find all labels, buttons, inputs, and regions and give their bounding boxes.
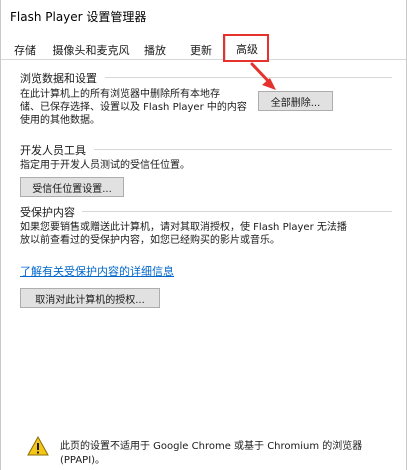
tab-advanced[interactable]: 高级 <box>225 35 269 62</box>
tab-playback[interactable]: 播放 <box>134 39 176 60</box>
tab-updates[interactable]: 更新 <box>180 39 222 60</box>
protected-content-info-link[interactable]: 了解有关受保护内容的详细信息 <box>20 263 174 279</box>
title-bar: Flash Player 设置管理器 <box>1 0 406 32</box>
tab-storage[interactable]: 存储 <box>5 39 45 60</box>
trusted-location-settings-button[interactable]: 受信任位置设置... <box>20 177 124 197</box>
browsing-description: 在此计算机上的所有浏览器中删除所有本地存 储、已保存选择、设置以及 Flash … <box>20 88 247 127</box>
delete-all-button[interactable]: 全部删除... <box>258 91 333 111</box>
section-rule <box>105 77 392 78</box>
protected-line-1: 如果您要销售或赠送此计算机，请对其取消授权，使 Flash Player 无法播 <box>20 222 347 233</box>
browsing-line-1: 在此计算机上的所有浏览器中删除所有本地存 <box>20 89 220 100</box>
section-rule <box>94 149 392 150</box>
section-title-protected: 受保护内容 <box>20 206 75 219</box>
tab-strip: 存储 摄像头和麦克风 播放 更新 高级 <box>1 32 406 62</box>
warning-icon <box>27 436 49 456</box>
browsing-line-2: 储、已保存选择、设置以及 Flash Player 中的内容 <box>20 102 247 113</box>
section-rule <box>82 211 392 212</box>
browsing-line-3: 使用的其他数据。 <box>20 115 100 126</box>
protected-line-2: 放以前查看过的受保护内容，如您已经购买的影片或音乐。 <box>20 235 280 246</box>
protected-description: 如果您要销售或赠送此计算机，请对其取消授权，使 Flash Player 无法播… <box>20 221 347 247</box>
notice-line-1: 此页的设置不适用于 Google Chrome 或基于 Chromium 的浏览… <box>60 441 363 452</box>
settings-manager-window: Flash Player 设置管理器 存储 摄像头和麦克风 播放 更新 高级 浏… <box>0 0 407 470</box>
tab-camera-mic[interactable]: 摄像头和麦克风 <box>50 39 132 60</box>
deauthorize-computer-button[interactable]: 取消对此计算机的授权... <box>20 288 160 308</box>
window-title: Flash Player 设置管理器 <box>10 9 147 24</box>
notice-line-2: (PPAPI)。 <box>60 455 106 466</box>
section-title-browsing: 浏览数据和设置 <box>20 72 97 85</box>
developer-description: 指定用于开发人员测试的受信任位置。 <box>20 160 190 171</box>
chrome-notice: 此页的设置不适用于 Google Chrome 或基于 Chromium 的浏览… <box>60 440 362 468</box>
section-title-developer: 开发人员工具 <box>20 144 86 157</box>
tab-divider <box>1 59 406 60</box>
